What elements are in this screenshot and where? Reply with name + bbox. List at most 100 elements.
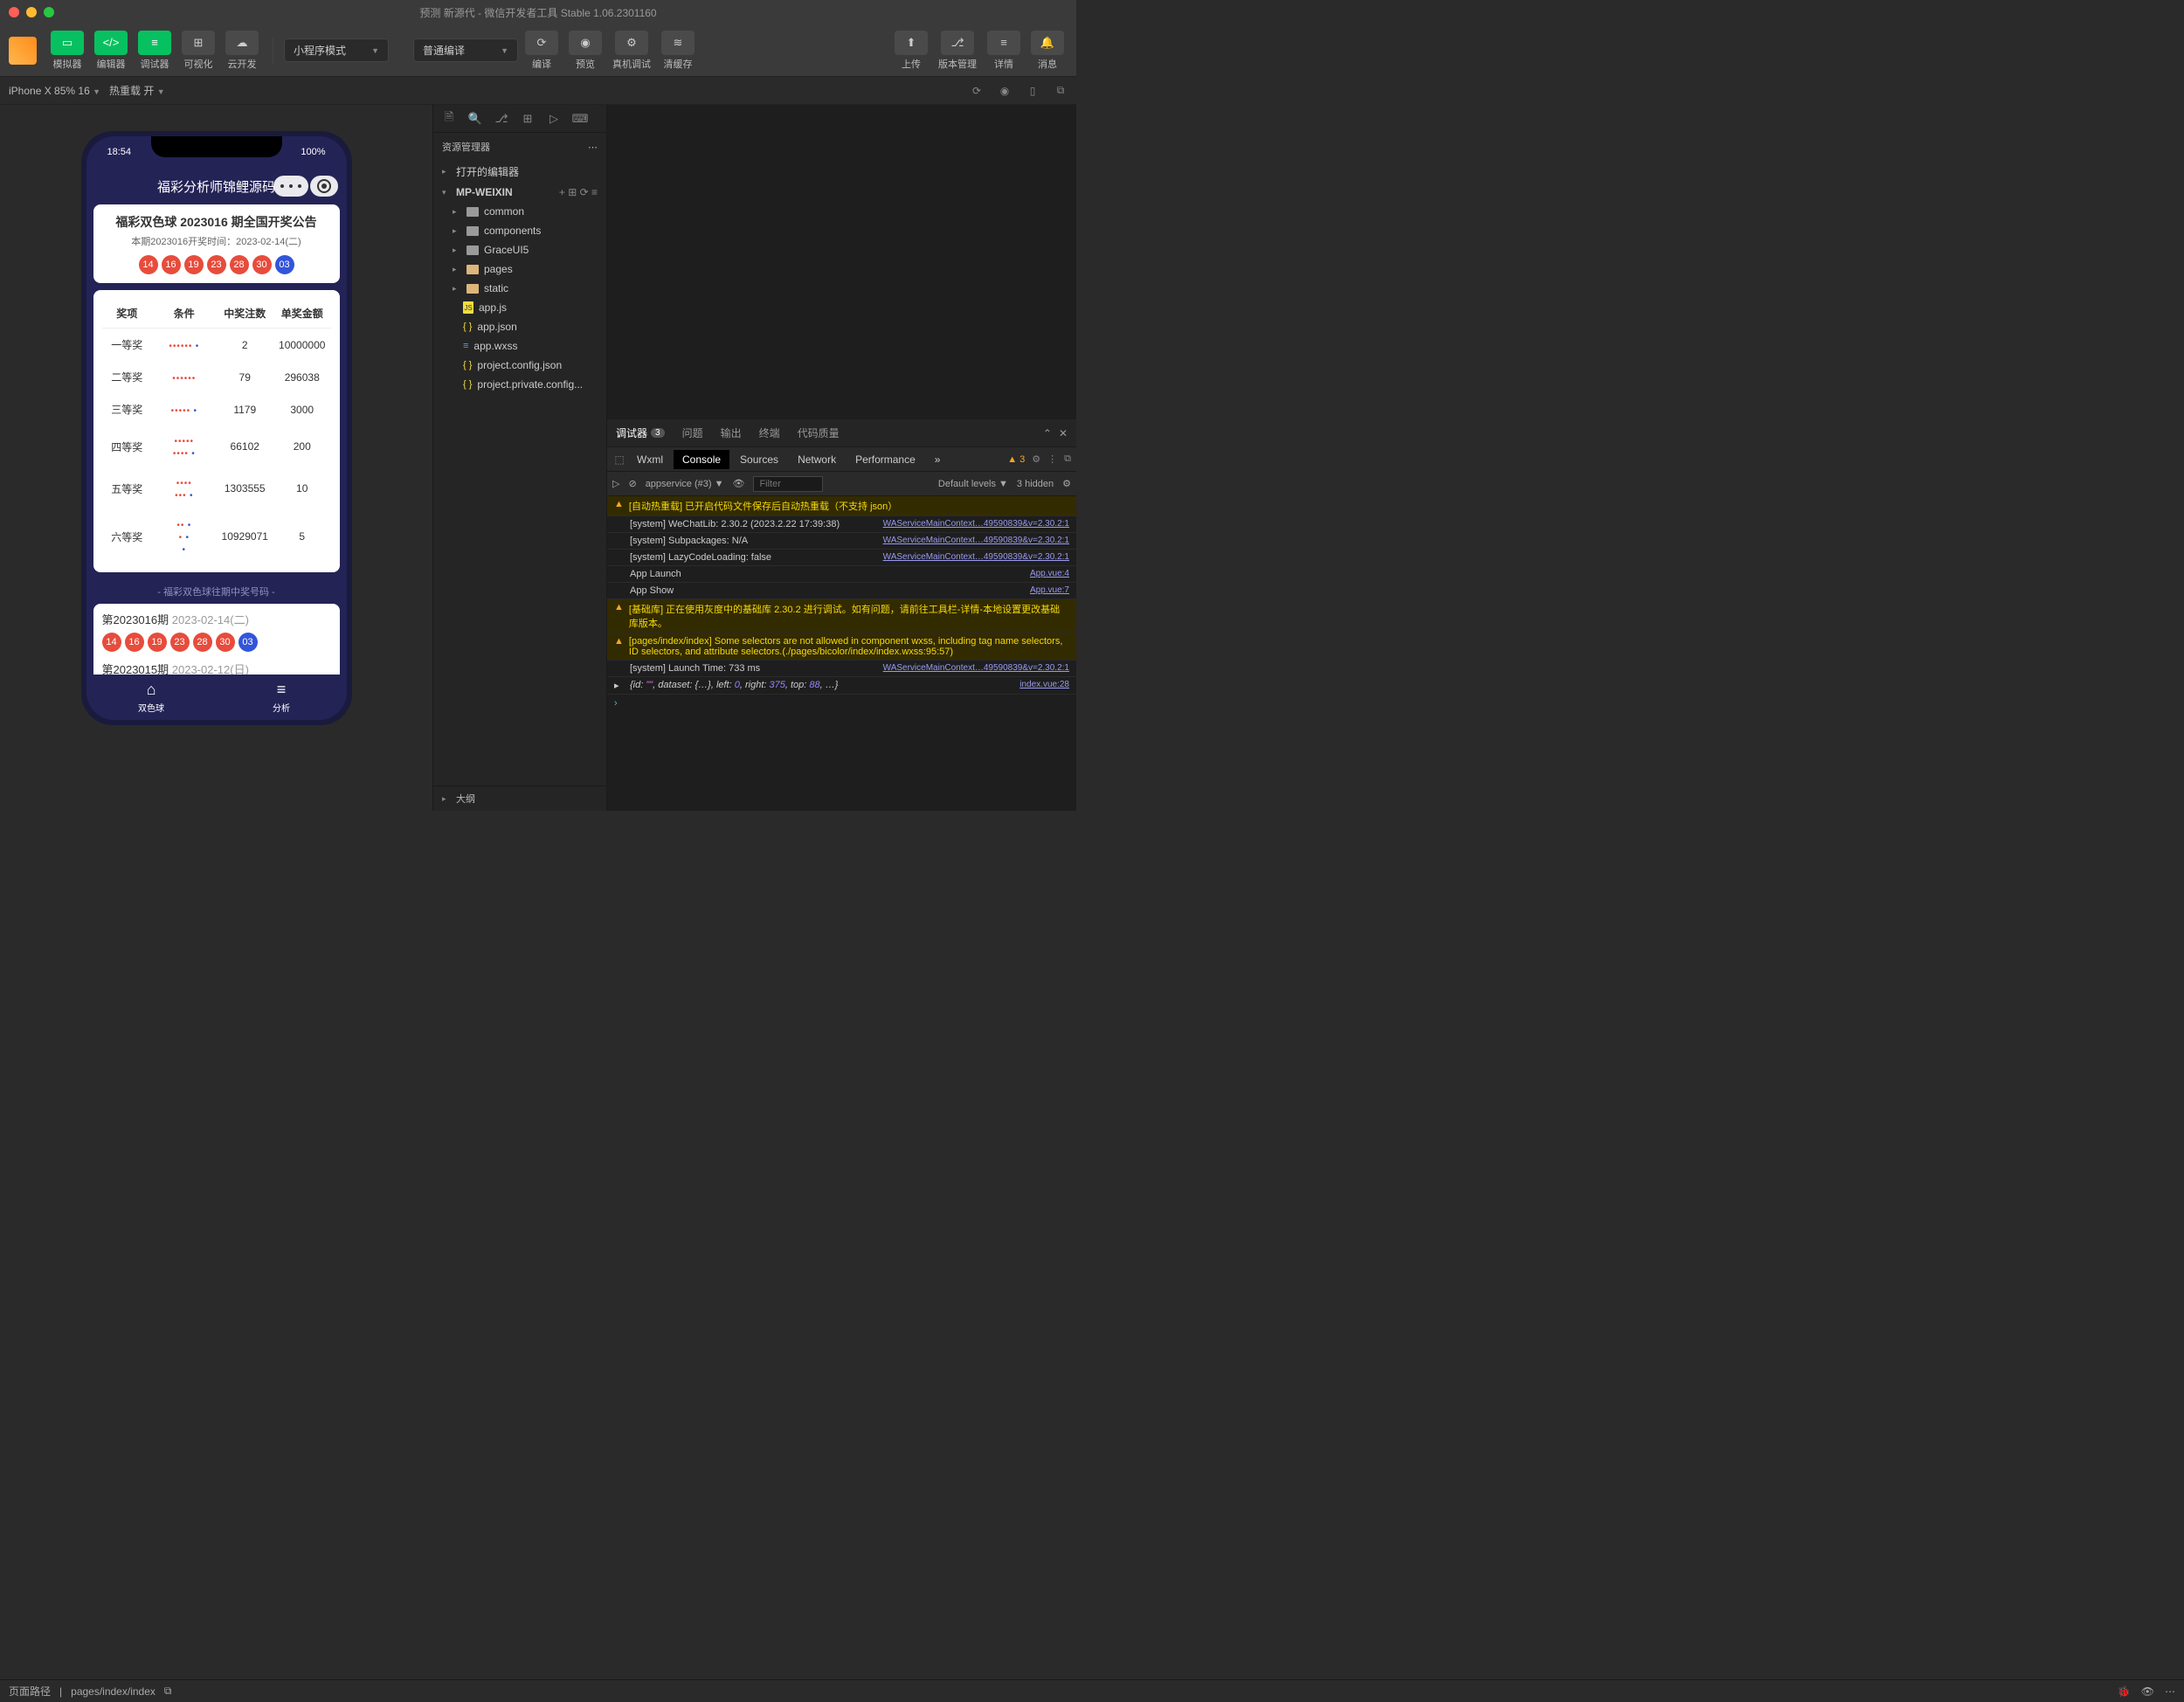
editor-toggle[interactable]: </> [94, 31, 128, 55]
folder-item[interactable]: ▸static [433, 279, 606, 298]
files-icon[interactable]: 🗎 [442, 112, 456, 126]
capsule-menu[interactable] [273, 176, 308, 197]
tab-wxml[interactable]: Wxml [628, 450, 672, 469]
open-editors-section[interactable]: ▸打开的编辑器 [433, 161, 606, 183]
close-window-button[interactable] [9, 7, 19, 17]
eye-icon-2[interactable]: 👁 [2141, 1685, 2154, 1698]
dock-icon[interactable]: ⧉ [1064, 453, 1071, 465]
source-link[interactable]: App.vue:4 [1030, 569, 1069, 578]
cloud-button[interactable]: ☁ [225, 31, 259, 55]
copy-icon[interactable]: ⧉ [164, 1685, 172, 1698]
simulator-panel: 18:54 100% 福彩分析师锦鲤源码 福彩双色球 2023016 期全国开奖… [0, 105, 432, 811]
history-row[interactable]: 第2023016期 2023-02-14(二)14161923283003 [102, 611, 331, 652]
clear-cache-button[interactable]: ≋ [661, 31, 695, 55]
console-line: App LaunchApp.vue:4 [607, 566, 1076, 583]
gear-icon-2[interactable]: ⚙ [1062, 478, 1071, 489]
red-ball: 14 [139, 255, 158, 274]
gear-icon[interactable]: ⚙ [1032, 453, 1040, 465]
tab-output[interactable]: 输出 [721, 426, 742, 440]
play-icon[interactable]: ▷ [612, 478, 619, 489]
details-button[interactable]: ≡ [987, 31, 1020, 55]
context-selector[interactable]: appservice (#3) ▼ [646, 479, 724, 489]
branch-icon[interactable]: ⎇ [494, 112, 508, 126]
file-item[interactable]: JSapp.js [433, 298, 606, 317]
tab-performance[interactable]: Performance [847, 450, 924, 469]
source-link[interactable]: WAServiceMainContext…49590839&v=2.30.2:1 [883, 536, 1069, 545]
source-link[interactable]: index.vue:28 [1019, 680, 1069, 689]
close-panel-icon[interactable]: ✕ [1059, 427, 1068, 439]
tab-home[interactable]: ⌂ 双色球 [86, 675, 217, 720]
window-title: 预测 新源代 - 微信开发者工具 Stable 1.06.2301160 [419, 5, 656, 20]
simulator-label: 模拟器 [53, 57, 82, 71]
record-icon[interactable]: ◉ [998, 84, 1012, 98]
source-link[interactable]: WAServiceMainContext…49590839&v=2.30.2:1 [883, 663, 1069, 673]
extensions-icon[interactable]: ⊞ [521, 112, 535, 126]
outline-section[interactable]: ▸大纲 [433, 785, 606, 811]
announcement-title: 福彩双色球 2023016 期全国开奖公告 [102, 213, 331, 231]
folder-item[interactable]: ▸common [433, 202, 606, 221]
refresh-icon[interactable]: ⟳ [970, 84, 984, 98]
source-link[interactable]: App.vue:7 [1030, 585, 1069, 595]
console-input[interactable]: › [607, 695, 1076, 712]
device-selector[interactable]: iPhone X 85% 16 ▼ [9, 85, 100, 97]
bug-icon[interactable]: 🐞 [2118, 1685, 2131, 1698]
project-root[interactable]: ▾MP-WEIXIN + ⊞ ⟳ ≡ [433, 183, 606, 202]
tab-console[interactable]: Console [674, 450, 729, 469]
multi-icon[interactable]: ⧉ [1054, 84, 1068, 98]
file-item[interactable]: { }project.config.json [433, 356, 606, 375]
terminal-icon[interactable]: ⌨ [573, 112, 587, 126]
file-item[interactable]: { }project.private.config... [433, 375, 606, 394]
filter-input[interactable] [753, 476, 823, 492]
warning-count[interactable]: ▲ 3 [1007, 454, 1025, 465]
chevron-up-icon[interactable]: ⌃ [1043, 427, 1052, 439]
eye-icon[interactable]: 👁 [732, 478, 744, 489]
tab-terminal[interactable]: 终端 [759, 426, 780, 440]
tab-sources[interactable]: Sources [731, 450, 787, 469]
simulator-toggle[interactable]: ▭ [51, 31, 84, 55]
clear-console-icon[interactable]: ⊘ [628, 478, 636, 489]
capsule-close[interactable] [310, 176, 338, 197]
compile-dropdown[interactable]: 普通编译▼ [413, 38, 518, 62]
levels-selector[interactable]: Default levels ▼ [938, 479, 1008, 489]
upload-button[interactable]: ⬆ [895, 31, 928, 55]
file-item[interactable]: { }app.json [433, 317, 606, 336]
maximize-window-button[interactable] [44, 7, 54, 17]
tab-quality[interactable]: 代码质量 [798, 426, 840, 440]
folder-item[interactable]: ▸GraceUI5 [433, 240, 606, 259]
page-path[interactable]: pages/index/index [71, 1685, 156, 1698]
select-element-icon[interactable]: ⬚ [612, 453, 626, 467]
tab-problems[interactable]: 问题 [682, 426, 703, 440]
folder-item[interactable]: ▸components [433, 221, 606, 240]
tab-more[interactable]: » [926, 450, 950, 469]
console-object[interactable]: ▸{id: "", dataset: {…}, left: 0, right: … [607, 677, 1076, 695]
mode-dropdown[interactable]: 小程序模式▼ [284, 38, 389, 62]
search-icon[interactable]: 🔍 [468, 112, 482, 126]
debug-icon[interactable]: ▷ [547, 112, 561, 126]
announcement-balls: 14161923283003 [102, 255, 331, 274]
minimize-window-button[interactable] [26, 7, 37, 17]
tab-analysis[interactable]: ≡ 分析 [217, 675, 347, 720]
folder-item[interactable]: ▸pages [433, 259, 606, 279]
source-link[interactable]: WAServiceMainContext…49590839&v=2.30.2:1 [883, 519, 1069, 529]
remote-debug-button[interactable]: ⚙ [615, 31, 648, 55]
visualize-button[interactable]: ⊞ [182, 31, 215, 55]
tab-network[interactable]: Network [789, 450, 845, 469]
explorer-more-icon[interactable]: ⋯ [588, 142, 598, 153]
tab-debugger[interactable]: 调试器 3 [616, 426, 665, 440]
version-button[interactable]: ⎇ [941, 31, 974, 55]
preview-button[interactable]: ◉ [569, 31, 602, 55]
history-row[interactable]: 第2023015期 2023-02-12(日)02031421293208 [102, 661, 331, 675]
source-link[interactable]: WAServiceMainContext…49590839&v=2.30.2:1 [883, 552, 1069, 562]
kebab-icon[interactable]: ⋮ [1047, 453, 1057, 465]
device-icon[interactable]: ▯ [1026, 84, 1040, 98]
debugger-toggle[interactable]: ≡ [138, 31, 171, 55]
phone-notch [151, 136, 282, 157]
hotreload-selector[interactable]: 热重载 开 ▼ [109, 83, 165, 98]
compile-button[interactable]: ⟳ [525, 31, 558, 55]
upload-label: 上传 [902, 57, 921, 71]
message-button[interactable]: 🔔 [1031, 31, 1064, 55]
file-item[interactable]: ≡app.wxss [433, 336, 606, 356]
red-ball: 19 [184, 255, 204, 274]
more-icon[interactable]: ⋯ [2165, 1685, 2175, 1698]
user-avatar[interactable] [9, 37, 37, 65]
